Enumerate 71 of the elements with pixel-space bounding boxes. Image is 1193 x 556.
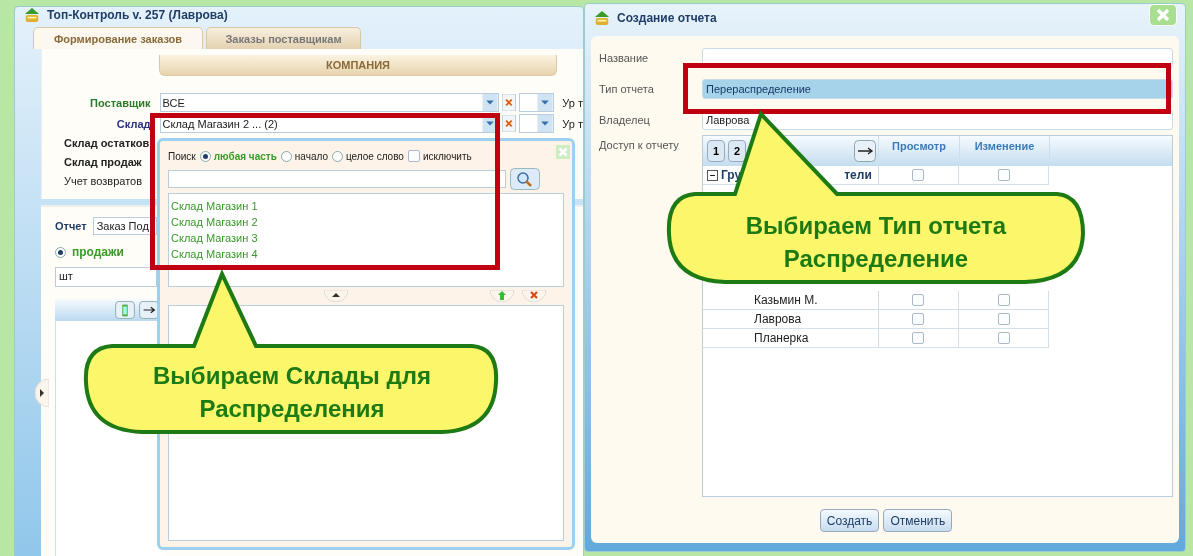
radio-button[interactable] [199, 150, 211, 162]
window-title: Топ-Контроль v. 257 (Лаврова) [47, 8, 228, 22]
column-header[interactable]: Просмотр [879, 136, 960, 166]
clear-icon[interactable] [501, 94, 516, 111]
collapse-icon[interactable] [324, 290, 348, 302]
user-name: Казьмин М. [754, 293, 818, 307]
dropdown-field[interactable] [518, 114, 555, 133]
arrow-right-icon[interactable] [854, 140, 876, 162]
field-label: Склад остатков [63, 136, 150, 151]
callout-text: Выбираем Тип отчета Распределение [744, 211, 1008, 274]
close-icon[interactable] [556, 145, 570, 159]
input-field[interactable]: Перераспределение [702, 78, 1173, 99]
checkbox[interactable] [997, 332, 1010, 344]
search-icon[interactable] [510, 168, 540, 190]
checkbox[interactable] [407, 150, 420, 162]
dropdown-field[interactable] [518, 93, 555, 112]
radio-button[interactable] [280, 150, 292, 162]
field-label: Название [599, 51, 650, 64]
user-name: Планерка [754, 331, 809, 345]
clear-icon[interactable] [501, 115, 516, 132]
checkbox[interactable] [912, 294, 925, 306]
collapse-toggle-icon[interactable] [707, 169, 718, 181]
checkbox[interactable] [912, 313, 925, 325]
field-label: Склад [115, 117, 152, 130]
close-icon[interactable] [1149, 4, 1177, 26]
field-label: Владелец [599, 113, 651, 126]
checkbox[interactable] [997, 313, 1010, 325]
radio-label[interactable]: продажи [72, 245, 124, 259]
dropdown-field[interactable]: ВСЕ [159, 93, 499, 112]
checkbox[interactable] [997, 169, 1010, 181]
list-item[interactable]: Склад Магазин 2 [171, 214, 561, 230]
dialog-button[interactable]: Отменить [883, 509, 953, 532]
field-label: Ур т [562, 117, 583, 130]
field-label: Отчет [55, 220, 87, 232]
column-header[interactable]: Изменение [960, 136, 1050, 166]
radio-button[interactable] [55, 246, 66, 258]
field-label: Поставщик [89, 96, 152, 109]
radio-label[interactable]: начало [294, 150, 328, 162]
page-button[interactable]: 1 [707, 140, 725, 162]
callout-text: Выбираем Склады для Распределения [152, 361, 432, 424]
checkbox[interactable] [912, 332, 925, 344]
group-name: тели [844, 168, 872, 182]
radio-button[interactable] [331, 150, 343, 162]
checkbox-label[interactable]: исключить [422, 150, 472, 162]
field-label: Склад продаж [63, 155, 142, 170]
arrow-right-icon[interactable] [139, 301, 159, 319]
radio-label[interactable]: целое слово [345, 150, 404, 162]
arrow-up-icon[interactable] [490, 290, 514, 302]
search-field[interactable] [168, 170, 506, 188]
list-item[interactable]: Склад Магазин 4 [171, 246, 561, 262]
list-item[interactable]: Склад Магазин 3 [171, 230, 561, 246]
search-label: Поиск [168, 150, 196, 162]
list-item[interactable]: Склад Магазин 1 [171, 198, 561, 214]
app-logo-icon [23, 7, 41, 23]
dialog-title: Создание отчета [617, 11, 717, 25]
checkbox[interactable] [912, 169, 925, 181]
report-field[interactable]: Заказ Под [92, 217, 157, 235]
delete-icon[interactable] [522, 290, 546, 302]
page-button[interactable]: 2 [728, 140, 746, 162]
user-name: Лаврова [754, 312, 802, 326]
checkbox[interactable] [997, 294, 1010, 306]
field-label: Учет возвратов [63, 174, 143, 189]
field-label: Доступ к отчету [599, 138, 680, 151]
field-label: Ур т [562, 96, 583, 109]
app-logo-icon [593, 10, 611, 26]
section-header: КОМПАНИЯ [159, 55, 557, 76]
field-label: Тип отчета [599, 82, 655, 95]
unit-field[interactable]: шт [55, 267, 157, 287]
dialog-button[interactable]: Создать [819, 509, 880, 532]
expand-arrow-icon[interactable] [35, 379, 49, 407]
tab[interactable]: Формирование заказов [33, 27, 203, 49]
